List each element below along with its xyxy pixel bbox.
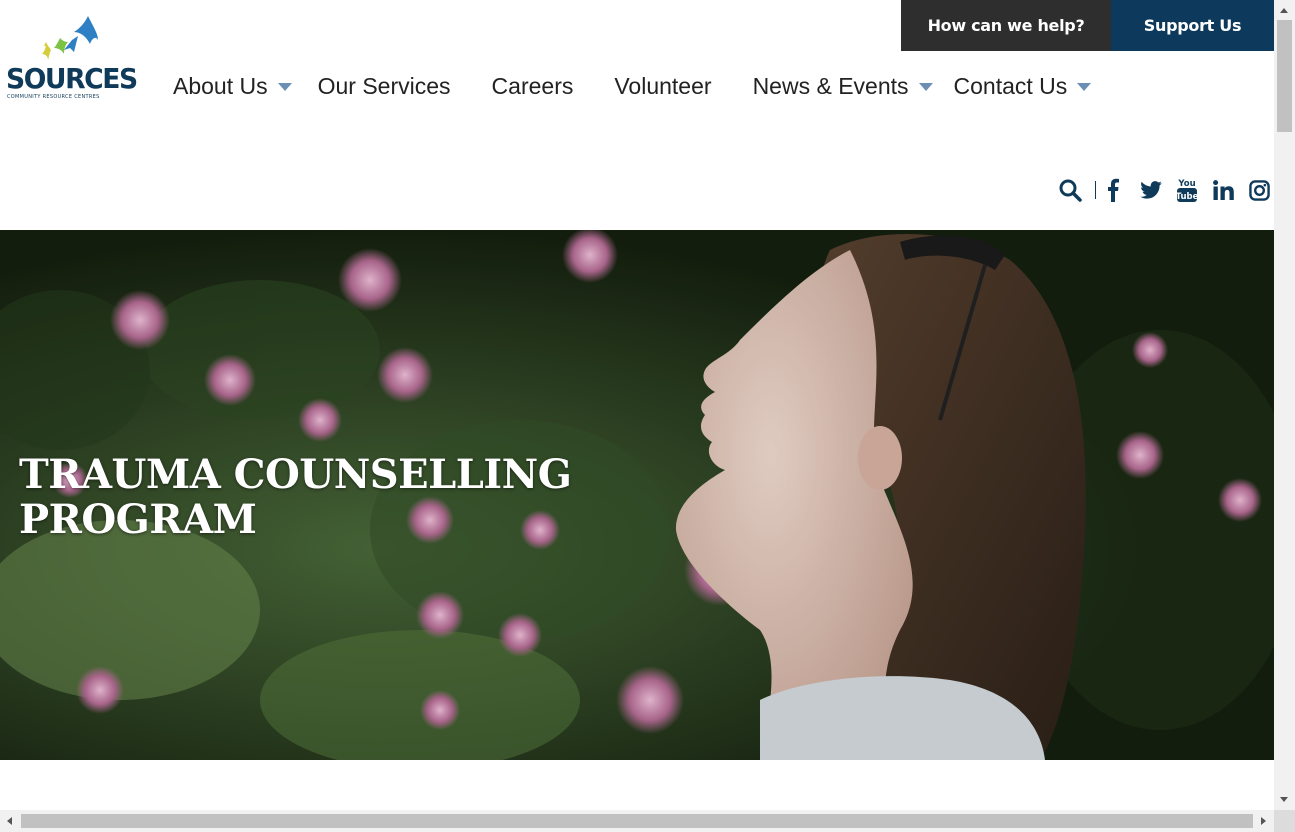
instagram-icon[interactable] <box>1248 177 1270 203</box>
chevron-down-icon[interactable] <box>1077 83 1092 91</box>
nav-item-label: About Us <box>173 72 268 99</box>
scroll-left-arrow-icon[interactable] <box>7 817 12 825</box>
vertical-scrollbar-thumb[interactable] <box>1277 20 1292 132</box>
nav-item-label: Volunteer <box>614 72 712 99</box>
facebook-icon[interactable] <box>1106 177 1120 203</box>
birds-logo-icon <box>42 16 98 60</box>
social-links: You Tube <box>1057 176 1270 204</box>
content-area <box>0 760 1274 810</box>
vertical-scrollbar[interactable] <box>1274 0 1295 810</box>
horizontal-scrollbar[interactable] <box>0 810 1274 832</box>
twitter-icon[interactable] <box>1140 177 1162 203</box>
page-title-line-2: PROGRAM <box>19 496 257 543</box>
sources-logo[interactable]: SOURCES COMMUNITY RESOURCE CENTRES <box>4 14 138 102</box>
main-nav: About Us Our Services Careers Volunteer … <box>173 70 1092 102</box>
scroll-right-arrow-icon[interactable] <box>1261 817 1266 825</box>
logo-tagline: COMMUNITY RESOURCE CENTRES <box>7 94 100 100</box>
divider <box>1095 181 1096 199</box>
nav-item-contact-us[interactable]: Contact Us <box>954 73 1092 100</box>
linkedin-icon[interactable] <box>1212 177 1234 203</box>
scrollbar-corner <box>1274 810 1295 832</box>
chevron-down-icon[interactable] <box>277 83 292 91</box>
nav-item-news-events[interactable]: News & Events <box>753 73 933 100</box>
nav-item-label: Our Services <box>317 72 451 99</box>
chevron-down-icon[interactable] <box>918 83 933 91</box>
utility-bar: How can we help? Support Us <box>901 0 1274 51</box>
horizontal-scrollbar-thumb[interactable] <box>21 814 1253 828</box>
scroll-down-arrow-icon[interactable] <box>1280 797 1288 802</box>
nav-item-volunteer[interactable]: Volunteer <box>614 73 711 100</box>
scroll-up-arrow-icon[interactable] <box>1280 8 1288 13</box>
nav-item-our-services[interactable]: Our Services <box>318 73 451 100</box>
nav-item-careers[interactable]: Careers <box>492 73 574 100</box>
support-us-button[interactable]: Support Us <box>1111 0 1274 51</box>
how-can-we-help-button[interactable]: How can we help? <box>901 0 1111 51</box>
svg-text:You: You <box>1177 179 1195 189</box>
search-icon[interactable] <box>1057 177 1083 203</box>
nav-item-label: News & Events <box>752 72 909 99</box>
logo-wordmark: SOURCES <box>6 62 138 95</box>
nav-item-label: Contact Us <box>953 72 1068 99</box>
nav-item-label: Careers <box>491 72 574 99</box>
nav-item-about-us[interactable]: About Us <box>173 73 292 100</box>
hero-banner: TRAUMA COUNSELLING PROGRAM <box>0 230 1274 760</box>
page-title-line-1: TRAUMA COUNSELLING <box>19 451 572 498</box>
svg-text:Tube: Tube <box>1176 192 1198 202</box>
youtube-icon[interactable]: You Tube <box>1176 176 1198 204</box>
page-title: TRAUMA COUNSELLING PROGRAM <box>19 451 572 543</box>
